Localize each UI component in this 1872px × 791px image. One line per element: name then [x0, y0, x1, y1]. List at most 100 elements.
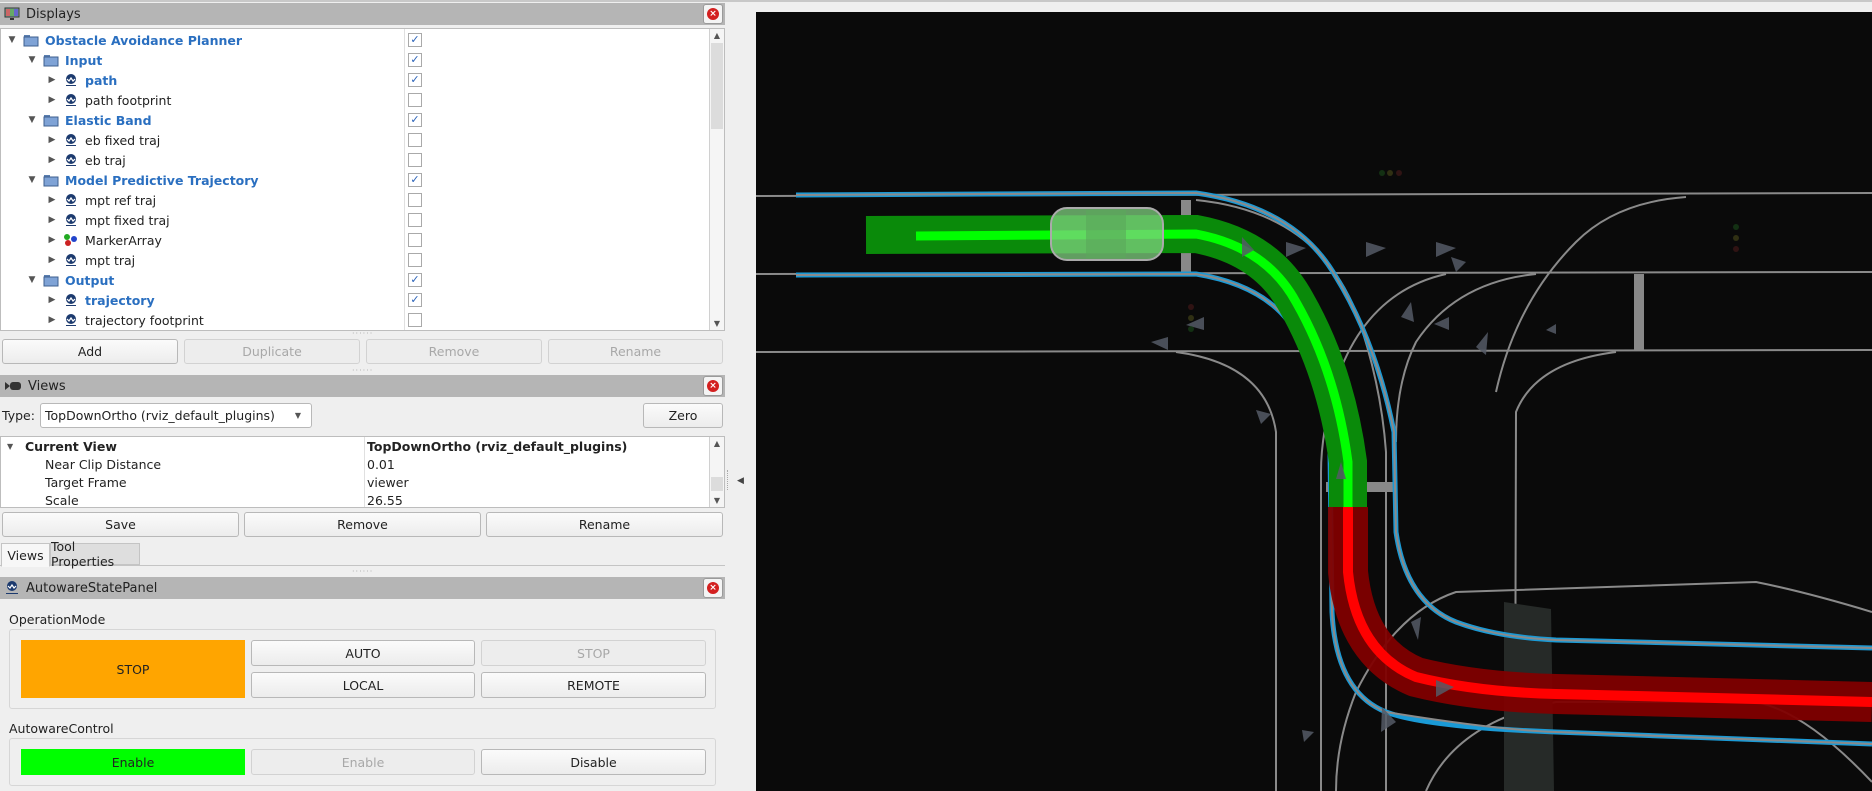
display-enabled-checkbox[interactable]: ✓ — [408, 293, 422, 307]
auto-mode-button[interactable]: AUTO — [251, 640, 475, 666]
local-mode-button[interactable]: LOCAL — [251, 672, 475, 698]
property-value[interactable]: 26.55 — [367, 493, 403, 508]
display-enabled-checkbox[interactable] — [408, 193, 422, 207]
scrollbar-thumb[interactable] — [711, 43, 723, 129]
display-tree-row[interactable]: ▶ eb fixed traj — [1, 130, 701, 150]
collapse-arrow-icon[interactable]: ▶ — [47, 135, 57, 145]
scene-render[interactable] — [756, 12, 1872, 791]
rename-display-button[interactable]: Rename — [548, 339, 723, 364]
collapse-arrow-icon[interactable]: ▶ — [47, 215, 57, 225]
collapse-arrow-icon[interactable]: ▶ — [47, 195, 57, 205]
disable-control-button[interactable]: Disable — [481, 749, 706, 775]
property-value[interactable]: 0.01 — [367, 457, 395, 472]
collapse-arrow-icon[interactable]: ▶ — [47, 75, 57, 85]
scroll-up-icon[interactable]: ▲ — [710, 29, 724, 42]
view-properties: ▼ Current View TopDownOrtho (rviz_defaul… — [0, 436, 725, 508]
property-value[interactable]: viewer — [367, 475, 409, 490]
enable-control-button[interactable]: Enable — [251, 749, 475, 775]
displays-scrollbar[interactable]: ▲ ▼ — [709, 29, 724, 330]
expand-arrow-icon[interactable]: ▼ — [27, 275, 37, 285]
display-enabled-checkbox[interactable] — [408, 233, 422, 247]
display-tree-row[interactable]: ▶ eb traj — [1, 150, 701, 170]
properties-scrollbar[interactable]: ▲ ▼ — [709, 437, 724, 507]
display-tree-row[interactable]: ▼ Obstacle Avoidance Planner ✓ — [1, 30, 701, 50]
add-display-button[interactable]: Add — [2, 339, 178, 364]
remove-view-button[interactable]: Remove — [244, 512, 481, 537]
display-enabled-checkbox[interactable]: ✓ — [408, 73, 422, 87]
remove-display-button[interactable]: Remove — [366, 339, 542, 364]
window-top-border — [0, 0, 1872, 2]
collapse-arrow-icon[interactable]: ▶ — [47, 315, 57, 325]
display-tree-row[interactable]: ▶ trajectory ✓ — [1, 290, 701, 310]
display-enabled-checkbox[interactable]: ✓ — [408, 113, 422, 127]
property-row[interactable]: Near Clip Distance 0.01 — [1, 455, 711, 473]
remote-mode-button[interactable]: REMOTE — [481, 672, 706, 698]
display-tree-row[interactable]: ▶ mpt traj — [1, 250, 701, 270]
scroll-down-icon[interactable]: ▼ — [710, 494, 724, 507]
display-enabled-checkbox[interactable]: ✓ — [408, 53, 422, 67]
display-enabled-checkbox[interactable] — [408, 313, 422, 327]
dock-splitter[interactable] — [727, 470, 729, 490]
collapse-arrow-icon[interactable]: ▶ — [47, 95, 57, 105]
tab-tool-properties[interactable]: Tool Properties — [50, 539, 140, 569]
display-enabled-checkbox[interactable]: ✓ — [408, 33, 422, 47]
display-enabled-checkbox[interactable] — [408, 133, 422, 147]
collapse-arrow-icon[interactable]: ▶ — [47, 155, 57, 165]
splitter-grip[interactable]: ······ — [352, 366, 373, 375]
autoware-state-panel-close-button[interactable]: × — [703, 578, 723, 598]
display-tree-row[interactable]: ▼ Model Predictive Trajectory ✓ — [1, 170, 701, 190]
scroll-up-icon[interactable]: ▲ — [710, 437, 724, 450]
collapse-arrow-icon[interactable]: ▶ — [47, 295, 57, 305]
display-enabled-checkbox[interactable] — [408, 153, 422, 167]
autoware-icon — [66, 94, 76, 106]
stop-line — [1634, 274, 1644, 350]
left-dock-area: Displays × ▲ ▼ ▼ Obstacle Avoidance Plann… — [0, 3, 725, 791]
property-row[interactable]: Target Frame viewer — [1, 473, 711, 491]
views-close-button[interactable]: × — [703, 376, 723, 396]
scrollbar-thumb[interactable] — [711, 477, 723, 491]
expand-arrow-icon[interactable]: ▼ — [27, 115, 37, 125]
display-enabled-checkbox[interactable]: ✓ — [408, 173, 422, 187]
autoware-icon — [66, 134, 76, 146]
collapse-arrow-icon[interactable]: ▶ — [47, 235, 57, 245]
traffic-light — [1188, 315, 1194, 321]
collapse-panel-icon[interactable]: ◀ — [737, 476, 744, 486]
collapse-arrow-icon[interactable]: ▶ — [47, 255, 57, 265]
splitter-grip[interactable]: ······ — [352, 567, 373, 576]
displays-close-button[interactable]: × — [703, 4, 723, 24]
display-tree-row[interactable]: ▶ mpt ref traj — [1, 190, 701, 210]
marker-array-icon — [64, 234, 77, 246]
expand-arrow-icon[interactable]: ▼ — [27, 175, 37, 185]
tab-views[interactable]: Views — [1, 543, 50, 567]
splitter-grip[interactable]: ······ — [352, 329, 373, 338]
monitor-icon — [4, 7, 20, 20]
save-view-button[interactable]: Save — [2, 512, 239, 537]
view-type-select[interactable]: TopDownOrtho (rviz_default_plugins) ▼ — [40, 403, 312, 428]
display-enabled-checkbox[interactable]: ✓ — [408, 273, 422, 287]
display-tree-row[interactable]: ▶ path footprint — [1, 90, 701, 110]
stop-mode-button[interactable]: STOP — [481, 640, 706, 666]
display-tree-row[interactable]: ▼ Input ✓ — [1, 50, 701, 70]
scroll-down-icon[interactable]: ▼ — [710, 317, 724, 330]
duplicate-display-button[interactable]: Duplicate — [184, 339, 360, 364]
display-tree-row[interactable]: ▶ trajectory footprint — [1, 310, 701, 330]
display-enabled-checkbox[interactable] — [408, 213, 422, 227]
display-tree-row[interactable]: ▶ MarkerArray — [1, 230, 701, 250]
autoware-control-status: Enable — [21, 749, 245, 775]
display-enabled-checkbox[interactable] — [408, 253, 422, 267]
current-view-row[interactable]: ▼ Current View TopDownOrtho (rviz_defaul… — [1, 437, 711, 455]
expand-arrow-icon[interactable]: ▼ — [7, 35, 17, 45]
zero-view-button[interactable]: Zero — [643, 403, 723, 428]
display-enabled-checkbox[interactable] — [408, 93, 422, 107]
autoware-state-panel-header: AutowareStatePanel × — [0, 577, 725, 599]
expand-arrow-icon[interactable]: ▼ — [27, 55, 37, 65]
property-row[interactable]: Scale 26.55 — [1, 491, 711, 508]
render-viewport[interactable] — [756, 12, 1872, 791]
display-tree-row[interactable]: ▼ Output ✓ — [1, 270, 701, 290]
display-tree-row[interactable]: ▶ path ✓ — [1, 70, 701, 90]
display-tree-row[interactable]: ▼ Elastic Band ✓ — [1, 110, 701, 130]
rename-view-button[interactable]: Rename — [486, 512, 723, 537]
display-tree-row[interactable]: ▶ mpt fixed traj — [1, 210, 701, 230]
expand-arrow-icon[interactable]: ▼ — [7, 442, 13, 451]
display-label: path footprint — [85, 92, 172, 108]
